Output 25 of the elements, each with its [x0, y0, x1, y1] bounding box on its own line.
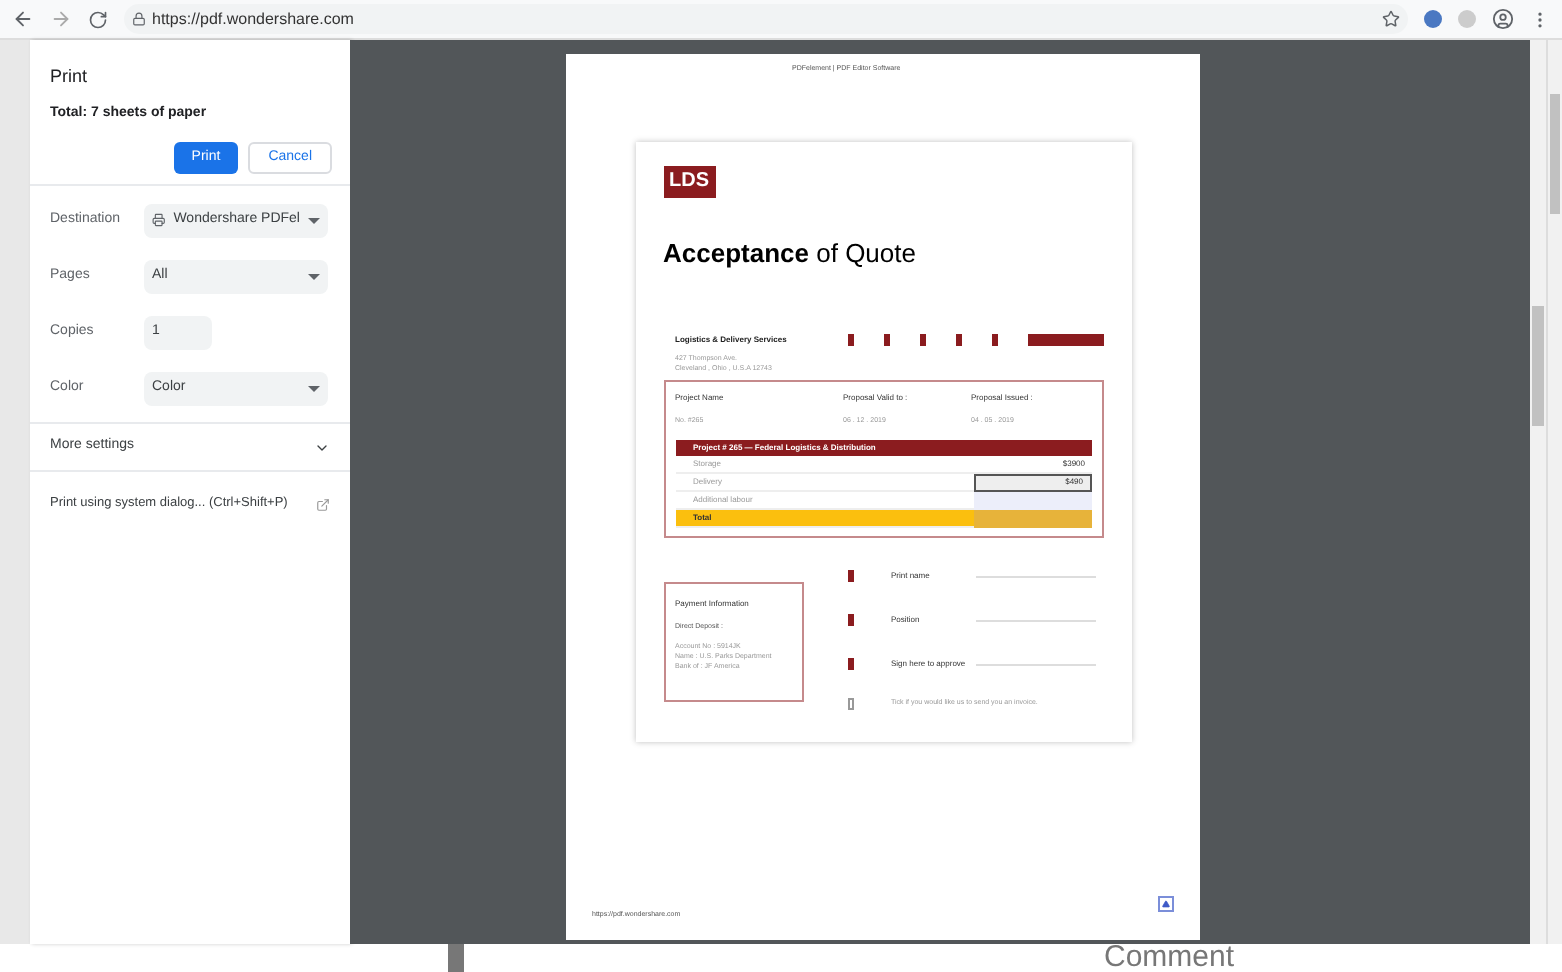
- comment-heading: Comment: [1104, 944, 1235, 972]
- printer-icon: [152, 212, 166, 228]
- logo: LDS: [663, 166, 715, 199]
- address-bar[interactable]: https://pdf.wondershare.com: [124, 4, 1408, 34]
- external-link-icon: [316, 497, 330, 511]
- background-stand-drawing: [448, 944, 464, 972]
- page-scrollbar[interactable]: [1546, 40, 1562, 944]
- scroll-top-icon: [1158, 896, 1174, 912]
- url-text: https://pdf.wondershare.com: [152, 7, 354, 31]
- preview-scrollbar[interactable]: [1530, 40, 1546, 944]
- profile-icon[interactable]: [1492, 8, 1514, 30]
- print-title: Print: [50, 64, 90, 90]
- back-icon[interactable]: [12, 8, 34, 30]
- dropdown-arrow-icon: [308, 273, 320, 279]
- invoice-checkbox[interactable]: [847, 698, 853, 710]
- reload-icon[interactable]: [88, 9, 108, 29]
- document-heading: Acceptance of Quote: [663, 236, 918, 273]
- forward-icon[interactable]: [50, 8, 72, 30]
- bookmark-star-icon[interactable]: [1382, 10, 1400, 28]
- marker-icon: [847, 614, 853, 626]
- lock-icon: [132, 12, 146, 26]
- dropdown-arrow-icon: [308, 217, 320, 223]
- marker-icon: [847, 658, 853, 670]
- dropdown-arrow-icon: [308, 385, 320, 391]
- marker-icon: [847, 570, 853, 582]
